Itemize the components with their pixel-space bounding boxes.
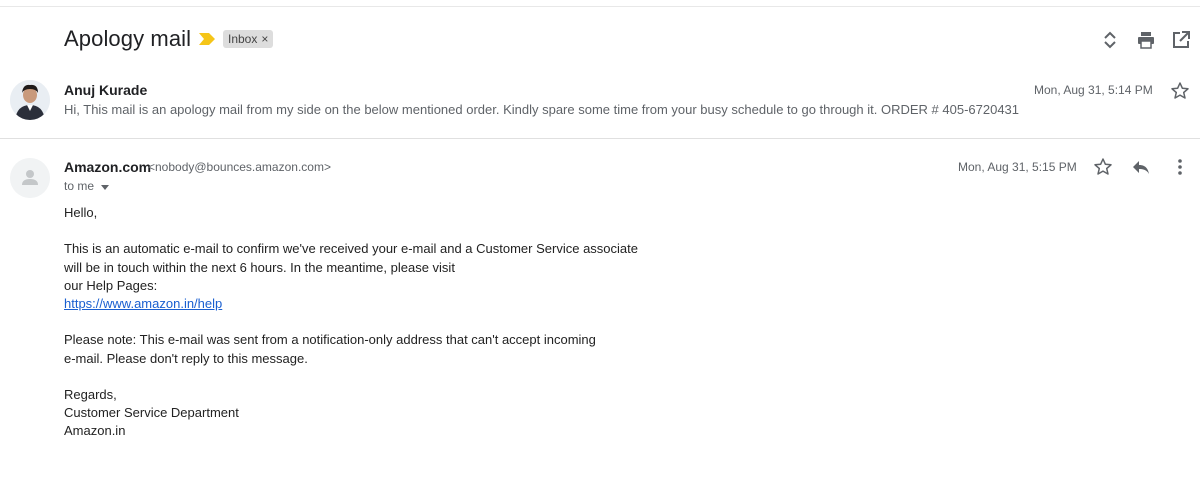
- star-icon[interactable]: [1093, 157, 1113, 177]
- body-line: e-mail. Please don't reply to this messa…: [64, 350, 308, 366]
- expand-collapse-icon[interactable]: [1100, 30, 1120, 50]
- message-body: Hello, This is an automatic e-mail to co…: [64, 204, 638, 441]
- message-date: Mon, Aug 31, 5:14 PM: [1034, 83, 1153, 97]
- body-line: Please note: This e-mail was sent from a…: [64, 332, 596, 348]
- signature-line: Regards,: [64, 386, 117, 402]
- label-text: Inbox: [228, 32, 258, 46]
- default-avatar-icon: [10, 158, 50, 198]
- sender-name: Amazon.com: [64, 159, 152, 175]
- avatar: [10, 80, 50, 120]
- body-line: will be in touch within the next 6 hours…: [64, 259, 455, 275]
- reply-icon[interactable]: [1131, 157, 1151, 177]
- print-icon[interactable]: [1136, 30, 1156, 50]
- recipient-details-toggle[interactable]: to me: [64, 179, 110, 193]
- signature-line: Customer Service Department: [64, 405, 239, 421]
- signature-line: Amazon.in: [64, 423, 126, 439]
- open-in-new-window-icon[interactable]: [1171, 30, 1191, 50]
- sender-photo-icon: [10, 80, 50, 120]
- remove-label-icon[interactable]: ×: [261, 30, 268, 48]
- message-snippet: Hi, This mail is an apology mail from my…: [64, 102, 1020, 117]
- importance-marker-icon[interactable]: [199, 33, 215, 45]
- message-date: Mon, Aug 31, 5:15 PM: [958, 160, 1077, 174]
- sender-email: <nobody@bounces.amazon.com>: [148, 160, 331, 174]
- greeting: Hello,: [64, 205, 98, 220]
- top-divider: [0, 6, 1200, 7]
- sender-name: Anuj Kurade: [64, 82, 148, 98]
- star-icon[interactable]: [1170, 81, 1190, 101]
- recipient-text: to me: [64, 179, 95, 193]
- message-divider: [0, 138, 1200, 139]
- email-subject: Apology mail: [64, 26, 192, 51]
- chevron-down-icon: [101, 184, 110, 190]
- body-line: our Help Pages:: [64, 277, 158, 293]
- body-line: This is an automatic e-mail to confirm w…: [64, 241, 638, 257]
- help-pages-link[interactable]: https://www.amazon.in/help: [64, 296, 222, 311]
- inbox-label-chip: Inbox ×: [223, 30, 274, 48]
- avatar: [10, 158, 50, 198]
- more-options-icon[interactable]: [1170, 157, 1190, 177]
